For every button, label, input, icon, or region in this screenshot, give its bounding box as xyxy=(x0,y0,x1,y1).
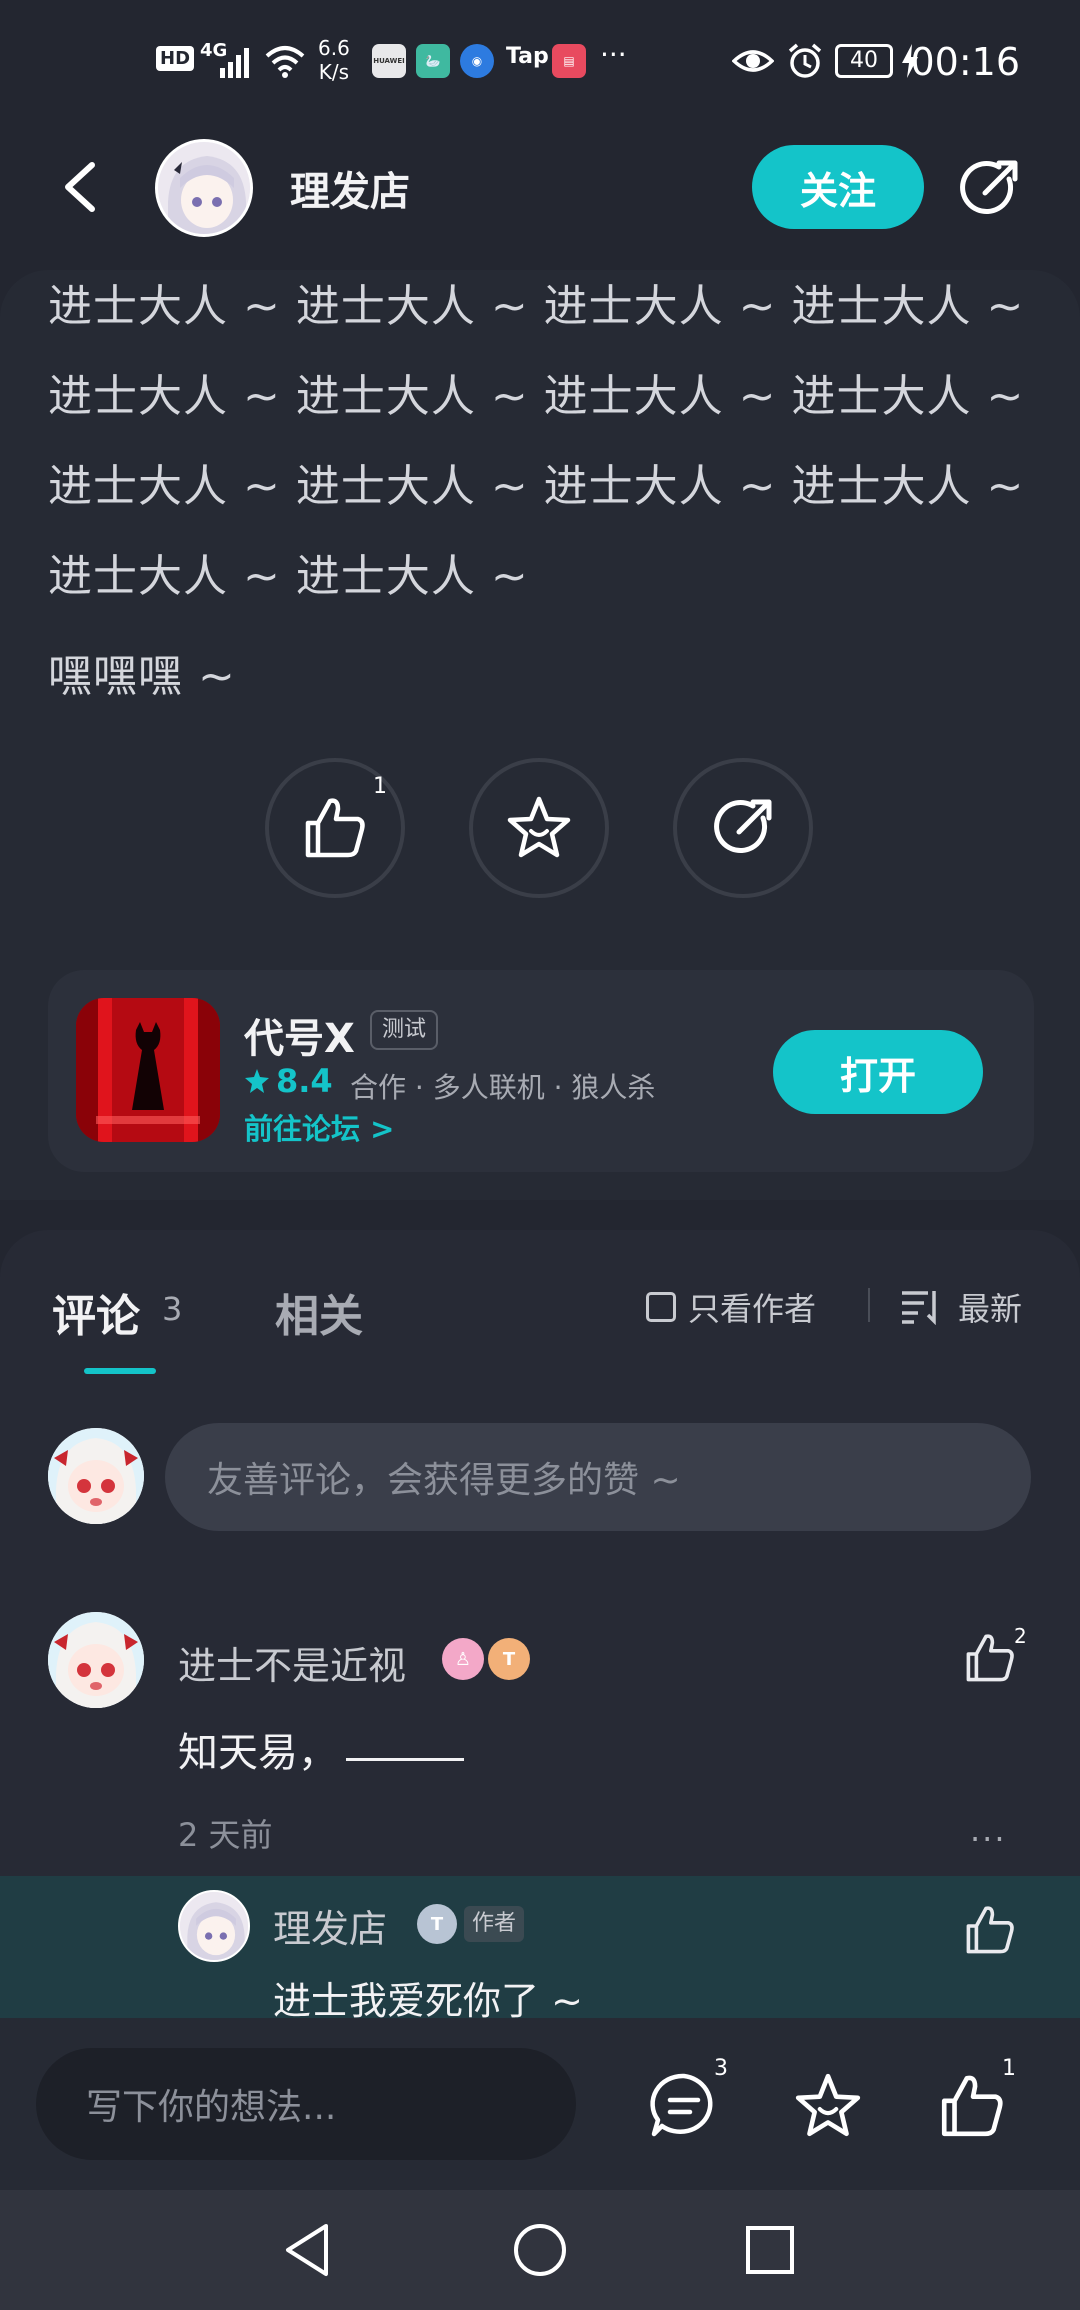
level-badge-icon: T xyxy=(417,1904,457,1944)
game-genre: 合作 · 多人联机 · 狼人杀 xyxy=(350,1071,656,1104)
like-icon[interactable] xyxy=(936,2070,1008,2142)
speed-unit: K/s xyxy=(318,60,350,84)
write-thought-input[interactable]: 写下你的想法... xyxy=(36,2048,576,2160)
user-badge-icon: ♙ xyxy=(442,1638,484,1680)
battery-level: 40 xyxy=(850,48,878,73)
go-to-forum-link[interactable]: 前往论坛 > xyxy=(244,1106,394,1148)
bottom-like-count: 1 xyxy=(1002,2056,1016,2081)
post-text-line: 进士大人 ~ 进士大人 ~ 进士大人 ~ 进士大人 ~ xyxy=(48,461,1025,512)
only-author-checkbox[interactable] xyxy=(646,1292,676,1322)
reply-avatar[interactable] xyxy=(178,1890,250,1962)
post-text-line: 进士大人 ~ 进士大人 ~ xyxy=(48,551,529,602)
commenter-name[interactable]: 进士不是近视 xyxy=(178,1635,406,1690)
post-text-line: 嘿嘿嘿 ~ xyxy=(48,651,236,702)
my-avatar[interactable] xyxy=(48,1428,144,1524)
reply-avatar-image xyxy=(180,1892,248,1960)
reply-text: 进士我爱死你了 ~ xyxy=(273,1979,583,2023)
bottom-action-bar: 写下你的想法... 3 1 xyxy=(0,2018,1080,2190)
system-navigation-bar xyxy=(0,2190,1080,2310)
only-author-label: 只看作者 xyxy=(688,1290,817,1328)
bottom-comment-count: 3 xyxy=(714,2056,728,2081)
post-like-count: 1 xyxy=(373,774,387,799)
goose-app-icon: 🦢 xyxy=(416,44,450,78)
commenter-avatar-image xyxy=(48,1612,144,1708)
rating-star-icon xyxy=(245,1069,269,1093)
star-icon xyxy=(507,796,571,858)
level-badge-icon: T xyxy=(488,1638,530,1680)
wifi-icon xyxy=(265,46,305,78)
sort-icon xyxy=(902,1291,936,1325)
comments-count: 3 xyxy=(162,1290,183,1328)
only-author-filter[interactable]: 只看作者 xyxy=(646,1284,816,1330)
game-card[interactable]: 代号X 测试 8.4 合作 · 多人联机 · 狼人杀 前往论坛 > 打开 xyxy=(48,970,1034,1172)
huawei-label: HUAWEI xyxy=(373,57,405,65)
fill-blank-line xyxy=(346,1758,464,1761)
author-tag: 作者 xyxy=(464,1906,525,1942)
eye-icon xyxy=(732,50,774,72)
comment-like-count: 2 xyxy=(1014,1624,1027,1648)
share-icon[interactable] xyxy=(955,155,1023,223)
sort-selector[interactable]: 最新 xyxy=(900,1284,1022,1330)
commenter-avatar[interactable] xyxy=(48,1612,144,1708)
filter-divider xyxy=(868,1288,870,1322)
my-avatar-image xyxy=(48,1428,144,1524)
nav-back-icon[interactable] xyxy=(282,2222,334,2278)
reply-like-icon[interactable] xyxy=(962,1902,1018,1958)
alarm-icon xyxy=(788,43,822,78)
nav-home-icon[interactable] xyxy=(512,2222,568,2278)
favorite-icon[interactable] xyxy=(792,2070,864,2142)
game-score: 8.4 xyxy=(276,1062,333,1100)
game-test-tag: 测试 xyxy=(370,1010,439,1050)
game-cover-image xyxy=(76,998,220,1142)
open-game-button[interactable]: 打开 xyxy=(773,1030,983,1114)
tap-app-icon: Tap xyxy=(506,44,549,69)
network-speed: 6.6 K/s xyxy=(318,36,350,84)
sort-label: 最新 xyxy=(958,1290,1023,1328)
author-avatar[interactable] xyxy=(155,139,253,237)
tab-related[interactable]: 相关 xyxy=(275,1280,363,1344)
signal-icon xyxy=(220,48,249,78)
more-notifications-icon: ··· xyxy=(600,38,627,71)
post-header: 理发店 关注 xyxy=(0,125,1080,275)
reply-author-name[interactable]: 理发店 xyxy=(273,1898,387,1953)
tab-comments[interactable]: 评论 xyxy=(52,1280,140,1344)
post-share-button[interactable] xyxy=(673,758,813,898)
browser-app-icon: ◉ xyxy=(460,44,494,78)
status-bar: HD 4G 6.6 K/s HUAWEI 🦢 ◉ Tap ▤ ··· 40 00… xyxy=(0,0,1080,125)
hd-indicator: HD xyxy=(156,46,195,71)
nav-recents-icon[interactable] xyxy=(744,2224,796,2276)
post-text-line: 进士大人 ~ 进士大人 ~ 进士大人 ~ 进士大人 ~ xyxy=(48,371,1025,422)
more-options-icon[interactable]: ··· xyxy=(970,1820,1007,1858)
share-icon xyxy=(714,799,772,853)
author-avatar-image xyxy=(158,142,250,234)
comments-section: 评论 3 相关 只看作者 最新 友善评论，会获得更多的赞 ~ 进士不是近视 ♙ … xyxy=(0,1230,1080,2023)
clock: 00:16 xyxy=(910,40,1020,84)
game-name[interactable]: 代号X xyxy=(244,1006,355,1064)
follow-button[interactable]: 关注 xyxy=(752,145,924,229)
huawei-app-icon: HUAWEI xyxy=(372,44,406,78)
post-text-line: 进士大人 ~ 进士大人 ~ 进士大人 ~ 进士大人 ~ xyxy=(48,281,1025,332)
comment-time: 2 天前 xyxy=(178,1816,273,1854)
comment-like-icon[interactable] xyxy=(962,1630,1018,1686)
game-icon[interactable] xyxy=(76,998,220,1142)
speed-value: 6.6 xyxy=(318,36,350,60)
back-icon[interactable] xyxy=(52,157,112,217)
battery-indicator: 40 xyxy=(835,44,893,78)
post-favorite-button[interactable] xyxy=(469,758,609,898)
author-name[interactable]: 理发店 xyxy=(290,159,410,217)
comment-text: 知天易， xyxy=(178,1730,338,1776)
book-app-icon: ▤ xyxy=(552,44,586,78)
thumbs-up-icon xyxy=(305,798,365,858)
comment-icon[interactable] xyxy=(648,2070,720,2142)
author-reply[interactable]: 理发店 T 作者 进士我爱死你了 ~ xyxy=(0,1876,1080,2023)
active-tab-indicator xyxy=(84,1368,156,1374)
comment-input[interactable]: 友善评论，会获得更多的赞 ~ xyxy=(165,1423,1031,1531)
